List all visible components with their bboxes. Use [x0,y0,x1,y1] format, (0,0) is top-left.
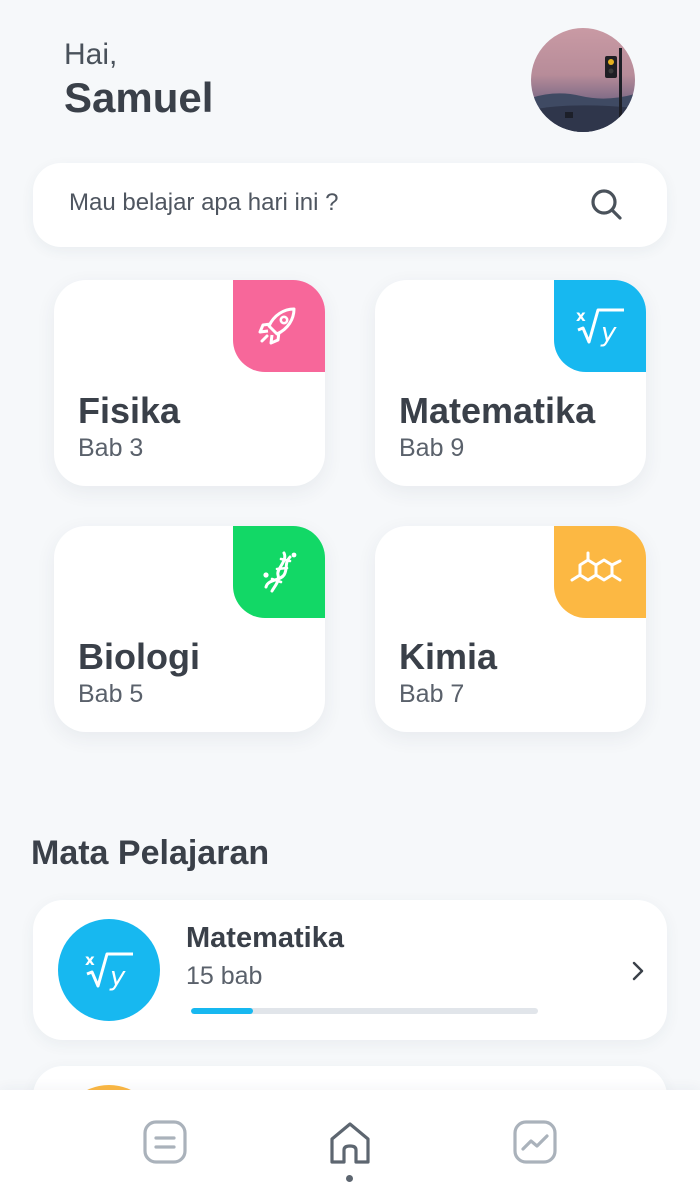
active-indicator [346,1175,353,1182]
card-subtitle: Bab 7 [399,680,465,708]
svg-text:x: x [85,951,95,969]
avatar[interactable] [531,28,635,132]
card-kimia[interactable]: Kimia Bab 7 [375,526,646,732]
root-formula-icon: x y [85,951,133,992]
search-icon[interactable] [587,185,627,225]
chevron-right-icon[interactable] [631,960,645,982]
list-icon[interactable] [141,1118,189,1166]
root-formula-icon: x y [576,307,624,348]
dna-icon [263,551,297,593]
chart-icon[interactable] [511,1118,559,1166]
avatar-photo [531,48,635,132]
progress-fill [191,1008,254,1014]
card-title: Biologi [78,636,200,677]
section-title: Mata Pelajaran [31,834,270,872]
home-icon[interactable] [326,1118,374,1166]
card-fisika[interactable]: Fisika Bab 3 [54,280,325,486]
user-name: Samuel [64,74,214,121]
card-matematika[interactable]: x y Matematika Bab 9 [375,280,646,486]
svg-text:y: y [600,318,617,348]
card-biologi[interactable]: Biologi Bab 5 [54,526,325,732]
card-title: Fisika [78,390,181,431]
card-title: Kimia [399,636,498,677]
card-subtitle: Bab 5 [78,680,144,708]
card-badge: x y [554,280,646,372]
card-badge [554,526,646,618]
subject-row-matematika[interactable]: x y Matematika 15 bab [33,900,667,1040]
card-badge [233,280,325,372]
card-subtitle: Bab 9 [399,434,465,462]
bottom-nav [0,1090,700,1193]
card-title: Matematika [399,390,596,431]
subject-title: Matematika [186,922,344,954]
molecule-icon [570,551,622,582]
search-bar[interactable]: Mau belajar apa hari ini ? [33,163,667,247]
svg-text:y: y [109,962,126,992]
card-subtitle: Bab 3 [78,434,144,462]
card-badge [233,526,325,618]
subject-chapters: 15 bab [186,962,263,990]
progress-bar [191,1008,538,1014]
svg-text:x: x [576,307,586,325]
rocket-icon [258,307,296,345]
greeting-label: Hai, [64,38,118,71]
subject-icon-circle: x y [58,919,160,1021]
search-input[interactable]: Mau belajar apa hari ini ? [69,189,339,217]
